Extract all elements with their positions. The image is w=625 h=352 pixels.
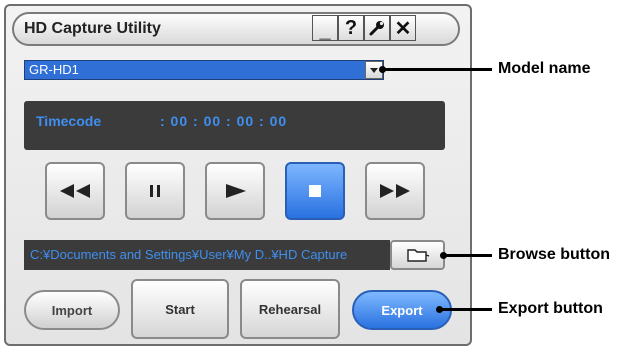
play-icon — [226, 184, 246, 198]
model-select[interactable]: GR-HD1 — [24, 60, 384, 80]
callout-line — [441, 308, 492, 311]
import-button[interactable]: Import — [24, 290, 120, 330]
help-button[interactable]: ? — [338, 15, 364, 41]
rewind-icon — [60, 184, 90, 198]
browse-button[interactable] — [390, 240, 445, 270]
timecode-value: : 00 : 00 : 00 : 00 — [160, 113, 288, 129]
folder-icon — [406, 249, 429, 262]
close-button[interactable]: ✕ — [390, 15, 416, 41]
fast-forward-icon — [380, 184, 410, 198]
settings-button[interactable] — [364, 15, 390, 41]
callout-model-name: Model name — [498, 60, 591, 77]
callout-line — [445, 254, 492, 257]
stop-icon — [309, 185, 321, 197]
wrench-icon — [369, 21, 384, 36]
window-title: HD Capture Utility — [24, 20, 161, 37]
play-button[interactable] — [205, 162, 265, 220]
close-icon: ✕ — [394, 17, 412, 40]
help-icon: ? — [344, 16, 358, 39]
rehearsal-button[interactable]: Rehearsal — [240, 279, 340, 339]
rewind-button[interactable] — [45, 162, 105, 220]
pause-button[interactable] — [125, 162, 185, 220]
minimize-icon: _ — [319, 19, 331, 42]
timecode-label: Timecode — [36, 113, 102, 129]
callout-browse-button: Browse button — [498, 246, 610, 263]
start-button[interactable]: Start — [131, 279, 229, 339]
callout-export-button: Export button — [498, 300, 603, 317]
pause-icon — [150, 185, 160, 197]
fast-forward-button[interactable] — [365, 162, 425, 220]
callout-line — [384, 68, 492, 71]
stop-button[interactable] — [285, 162, 345, 220]
minimize-button[interactable]: _ — [312, 15, 338, 42]
save-path-field[interactable]: C:¥Documents and Settings¥User¥My D..¥HD… — [24, 240, 390, 270]
